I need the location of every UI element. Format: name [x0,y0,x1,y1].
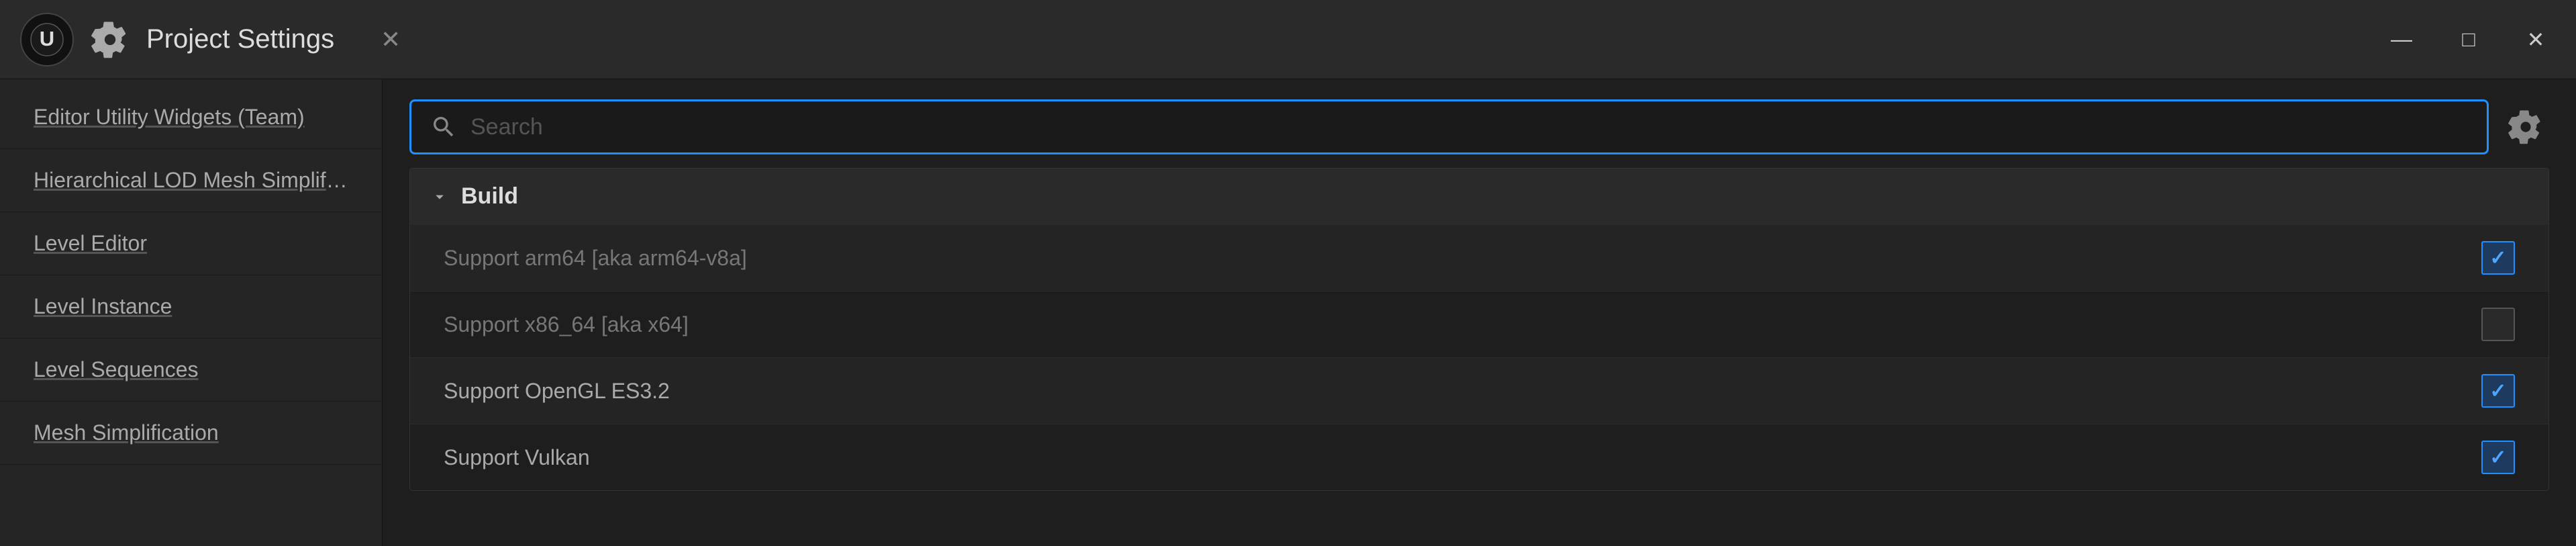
sidebar-item-level-sequences[interactable]: Level Sequences [0,338,382,402]
sidebar-link-hierarchical-lod[interactable]: Hierarchical LOD Mesh Simplification [34,168,382,192]
sidebar-item-level-editor[interactable]: Level Editor [0,212,382,275]
chevron-down-icon [430,187,449,206]
search-input[interactable] [470,114,2468,140]
build-section-title: Build [461,183,518,210]
minimize-button[interactable]: — [2381,19,2422,60]
maximize-button[interactable]: □ [2448,19,2489,60]
title-bar-left: U Project Settings ✕ [20,13,2381,66]
tab-close-button[interactable]: ✕ [370,19,411,60]
sidebar-item-mesh-simplification[interactable]: Mesh Simplification [0,402,382,465]
checkbox-arm64[interactable] [2481,241,2515,275]
ue-logo: U [20,13,74,66]
setting-label-vulkan: Support Vulkan [444,445,590,470]
sidebar-link-editor-utility-widgets[interactable]: Editor Utility Widgets (Team) [34,105,305,129]
table-row: Support x86_64 [aka x64] [410,291,2548,357]
search-settings-gear-button[interactable] [2502,103,2549,150]
build-section-header[interactable]: Build [410,169,2548,224]
build-section: Build Support arm64 [aka arm64-v8a] Supp… [409,168,2549,491]
sidebar-link-level-instance[interactable]: Level Instance [34,294,172,318]
content-area: Build Support arm64 [aka arm64-v8a] Supp… [383,79,2576,546]
checkbox-opengl[interactable] [2481,374,2515,408]
table-row: Support arm64 [aka arm64-v8a] [410,224,2548,291]
sidebar-link-level-sequences[interactable]: Level Sequences [34,357,199,381]
window-title: Project Settings [146,24,334,54]
window-settings-icon [90,19,130,60]
setting-label-opengl: Support OpenGL ES3.2 [444,379,670,404]
sidebar-item-editor-utility-widgets[interactable]: Editor Utility Widgets (Team) [0,86,382,149]
search-bar-row [409,99,2549,154]
sidebar-link-mesh-simplification[interactable]: Mesh Simplification [34,420,219,445]
project-settings-window: U Project Settings ✕ — □ ✕ Editor Utilit… [0,0,2576,546]
checkbox-vulkan[interactable] [2481,441,2515,474]
close-window-button[interactable]: ✕ [2516,19,2556,60]
setting-label-x86_64: Support x86_64 [aka x64] [444,312,689,337]
window-controls: — □ ✕ [2381,19,2556,60]
main-content: Editor Utility Widgets (Team) Hierarchic… [0,79,2576,546]
sidebar-item-level-instance[interactable]: Level Instance [0,275,382,338]
search-container [409,99,2489,154]
svg-text:U: U [40,27,54,50]
table-row: Support Vulkan [410,424,2548,490]
sidebar: Editor Utility Widgets (Team) Hierarchic… [0,79,383,546]
sidebar-link-level-editor[interactable]: Level Editor [34,231,147,255]
build-settings-rows: Support arm64 [aka arm64-v8a] Support x8… [410,224,2548,490]
search-icon [430,113,457,140]
table-row: Support OpenGL ES3.2 [410,357,2548,424]
checkbox-x86_64[interactable] [2481,308,2515,341]
title-bar: U Project Settings ✕ — □ ✕ [0,0,2576,79]
setting-label-arm64: Support arm64 [aka arm64-v8a] [444,246,747,271]
sidebar-item-hierarchical-lod[interactable]: Hierarchical LOD Mesh Simplification [0,149,382,212]
